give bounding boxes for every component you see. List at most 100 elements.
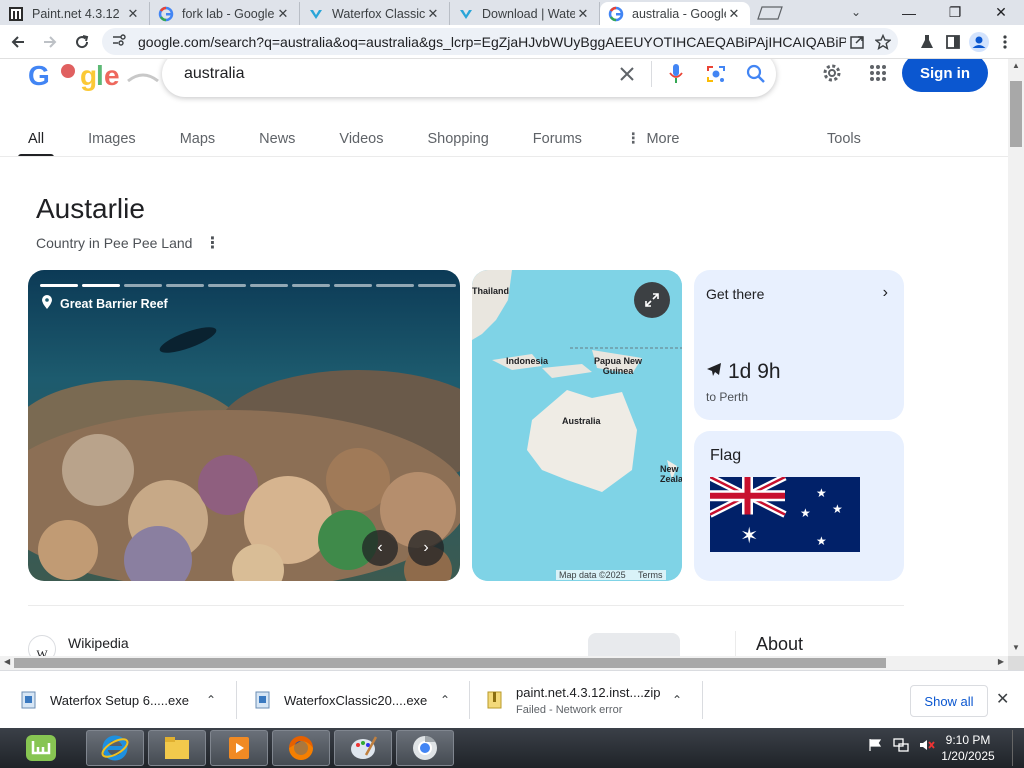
- reef-photo-carousel[interactable]: Great Barrier Reef ‹ ›: [28, 270, 460, 581]
- vertical-scrollbar[interactable]: ▲ ▼: [1008, 59, 1024, 656]
- google-icon: [608, 6, 624, 22]
- tab-more[interactable]: ⋮ More: [616, 121, 690, 157]
- svg-text:★: ★: [832, 502, 843, 516]
- tab-paintnet[interactable]: Paint.net 4.3.12 ✕: [0, 2, 150, 25]
- more-options-icon[interactable]: ⋮: [204, 233, 220, 253]
- zip-file-icon: [487, 691, 502, 709]
- profile-avatar-icon[interactable]: [966, 28, 992, 55]
- microphone-icon[interactable]: [656, 59, 696, 94]
- close-tab-icon[interactable]: ✕: [125, 6, 141, 22]
- map-preview[interactable]: Thailand Indonesia Papua New Guinea Aust…: [472, 270, 682, 581]
- taskbar-firefox[interactable]: [272, 730, 330, 766]
- new-tab-button[interactable]: [756, 4, 784, 22]
- column-divider: [735, 631, 736, 656]
- close-tab-icon[interactable]: ✕: [726, 6, 742, 22]
- chrome-icon: [413, 736, 437, 760]
- menu-kebab-icon[interactable]: [992, 28, 1018, 55]
- more-vertical-dots-icon: ⋮: [625, 131, 641, 147]
- tab-shopping[interactable]: Shopping: [418, 121, 499, 157]
- tools-button[interactable]: Tools: [827, 121, 861, 157]
- apps-grid-icon[interactable]: [860, 59, 896, 91]
- scrollbar-corner: [1008, 656, 1024, 670]
- close-downloads-icon[interactable]: ✕: [996, 689, 1009, 709]
- get-there-card[interactable]: Get there › 1d 9h to Perth: [694, 270, 904, 420]
- tab-forums[interactable]: Forums: [523, 121, 592, 157]
- map-label-papua: Papua New Guinea: [593, 356, 642, 376]
- tab-images[interactable]: Images: [78, 121, 146, 157]
- page-viewport: G g l e australia Sign in All Images Map…: [0, 59, 1008, 656]
- svg-text:★: ★: [816, 534, 827, 548]
- horizontal-scrollbar[interactable]: ◀ ▶: [0, 656, 1008, 670]
- taskbar-internet-explorer[interactable]: [86, 730, 144, 766]
- settings-gear-icon[interactable]: [814, 59, 850, 91]
- tab-search-chevron-icon[interactable]: ⌄: [845, 3, 867, 21]
- close-tab-icon[interactable]: ✕: [275, 6, 291, 22]
- previous-photo-button[interactable]: ‹: [362, 530, 398, 566]
- travel-duration: 1d 9h: [706, 360, 781, 384]
- minimize-icon[interactable]: —: [886, 0, 932, 25]
- expand-map-button[interactable]: [634, 282, 670, 318]
- clock[interactable]: 9:10 PM 1/20/2025: [936, 732, 1000, 764]
- tab-waterfox-download[interactable]: Download | Waterfox ✕: [450, 2, 600, 25]
- download-item-waterfox-setup[interactable]: Waterfox Setup 6.....exe ⌃: [20, 679, 216, 721]
- download-item-paintnet[interactable]: paint.net.4.3.12.inst....zip Failed - Ne…: [486, 679, 682, 721]
- chevron-up-icon[interactable]: ⌃: [440, 693, 450, 707]
- forward-arrow-icon[interactable]: [36, 28, 64, 56]
- scroll-up-arrow-icon[interactable]: ▲: [1012, 61, 1020, 70]
- lens-camera-icon[interactable]: [696, 59, 736, 94]
- wikipedia-source[interactable]: Wikipedia: [68, 635, 129, 651]
- site-info-icon[interactable]: [112, 33, 126, 50]
- tab-videos[interactable]: Videos: [329, 121, 393, 157]
- chevron-up-icon[interactable]: ⌃: [206, 693, 216, 707]
- tab-maps[interactable]: Maps: [170, 121, 225, 157]
- back-arrow-icon[interactable]: [4, 28, 32, 56]
- show-all-downloads-button[interactable]: Show all: [910, 685, 988, 717]
- tab-waterfox-classic[interactable]: Waterfox Classic ✕: [300, 2, 450, 25]
- close-tab-icon[interactable]: ✕: [425, 6, 441, 22]
- tab-fork-lab[interactable]: fork lab - Google ✕: [150, 2, 300, 25]
- taskbar-file-manager[interactable]: [148, 730, 206, 766]
- flag-card[interactable]: Flag ✶ ★ ★ ★ ★: [694, 431, 904, 581]
- show-desktop-button[interactable]: [1012, 730, 1022, 766]
- search-icon[interactable]: [736, 59, 776, 94]
- restore-icon[interactable]: ❐: [932, 0, 978, 25]
- map-terms-link[interactable]: Terms: [638, 570, 663, 580]
- sign-in-button[interactable]: Sign in: [902, 59, 988, 92]
- google-icon: [158, 6, 174, 22]
- taskbar-chrome[interactable]: [396, 730, 454, 766]
- destination-text: to Perth: [706, 390, 749, 404]
- search-box[interactable]: australia: [162, 59, 776, 97]
- download-status: Failed - Network error: [516, 703, 623, 716]
- clock-date: 1/20/2025: [941, 749, 995, 763]
- clear-icon[interactable]: [607, 59, 647, 94]
- vertical-scroll-thumb[interactable]: [1010, 81, 1022, 147]
- reload-icon[interactable]: [68, 28, 96, 56]
- chevron-up-icon[interactable]: ⌃: [672, 693, 682, 707]
- flag-notification-icon[interactable]: [866, 736, 884, 754]
- carousel-progress: [40, 284, 460, 287]
- search-input[interactable]: australia: [184, 65, 607, 83]
- expand-icon: [645, 293, 659, 307]
- scroll-left-arrow-icon[interactable]: ◀: [4, 657, 10, 666]
- address-bar[interactable]: google.com/search?q=australia&oq=austral…: [102, 28, 898, 55]
- next-photo-button[interactable]: ›: [408, 530, 444, 566]
- start-menu-button[interactable]: [12, 730, 70, 766]
- horizontal-scroll-thumb[interactable]: [14, 658, 886, 668]
- tab-news[interactable]: News: [249, 121, 305, 157]
- scroll-down-arrow-icon[interactable]: ▼: [1012, 643, 1020, 652]
- close-tab-icon[interactable]: ✕: [575, 6, 591, 22]
- close-window-icon[interactable]: ✕: [978, 0, 1024, 25]
- taskbar-paint[interactable]: [334, 730, 392, 766]
- volume-muted-icon[interactable]: [918, 736, 936, 754]
- download-item-waterfox-classic[interactable]: WaterfoxClassic20....exe ⌃: [254, 679, 450, 721]
- tab-australia[interactable]: australia - Google ✕: [600, 2, 750, 25]
- side-panel-icon[interactable]: [940, 28, 966, 55]
- tab-all[interactable]: All: [18, 121, 55, 157]
- bookmark-star-icon[interactable]: [872, 31, 894, 53]
- taskbar-media-player[interactable]: [210, 730, 268, 766]
- share-icon[interactable]: [846, 31, 868, 53]
- scroll-right-arrow-icon[interactable]: ▶: [998, 657, 1004, 666]
- google-logo[interactable]: G g l e: [28, 59, 168, 91]
- network-icon[interactable]: [892, 736, 910, 754]
- labs-flask-icon[interactable]: [914, 28, 940, 55]
